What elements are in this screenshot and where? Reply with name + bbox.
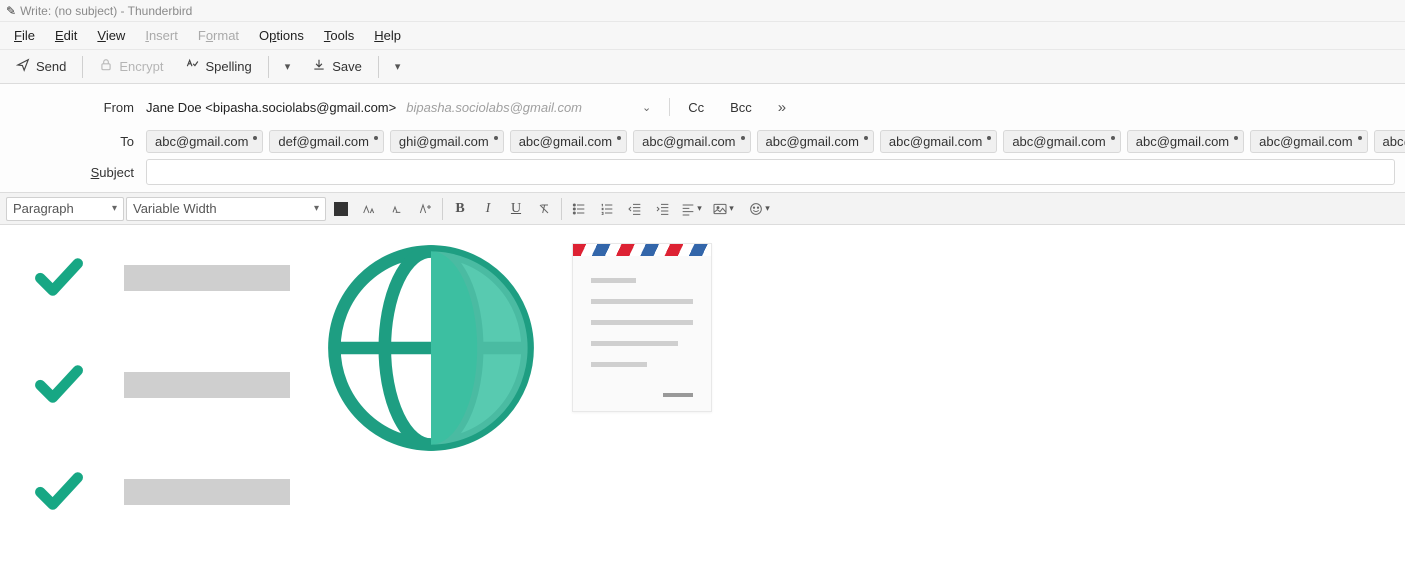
recipient-pill[interactable]: def@gmail.com	[269, 130, 384, 153]
to-row: To abc@gmail.com def@gmail.com ghi@gmail.c…	[0, 124, 1405, 158]
menu-format: Format	[190, 25, 247, 46]
encrypt-button: Encrypt	[91, 54, 171, 79]
chevron-down-icon: ▾	[314, 203, 319, 214]
subject-row: Subject	[0, 158, 1405, 192]
to-field[interactable]: abc@gmail.com def@gmail.com ghi@gmail.com a…	[146, 128, 1405, 155]
message-body[interactable]	[0, 225, 1405, 536]
send-button[interactable]: Send	[8, 54, 74, 79]
save-button[interactable]: Save	[304, 54, 370, 79]
menu-tools[interactable]: Tools	[316, 25, 362, 46]
send-icon	[16, 58, 30, 75]
bold-button[interactable]: B	[447, 197, 473, 221]
font-family-value: Variable Width	[133, 201, 217, 216]
paragraph-style-value: Paragraph	[13, 201, 74, 216]
encrypt-label: Encrypt	[119, 59, 163, 74]
letter-graphic	[572, 243, 712, 412]
from-identity[interactable]: Jane Doe <bipasha.sociolabs@gmail.com>	[146, 100, 396, 115]
checklist-item	[24, 358, 290, 411]
expand-recipients-icon[interactable]: »	[778, 99, 786, 116]
chevron-down-icon: ▾	[112, 203, 117, 214]
compose-icon: ✎	[6, 4, 16, 18]
italic-button[interactable]: I	[475, 197, 501, 221]
window-title: Write: (no subject) - Thunderbird	[20, 4, 192, 18]
chevron-down-icon: ▾	[285, 60, 291, 73]
placeholder-bar	[124, 265, 290, 291]
paragraph-style-select[interactable]: Paragraph ▾	[6, 197, 124, 221]
recipient-pill[interactable]: ghi@gmail.com	[390, 130, 504, 153]
emoji-button[interactable]: ▾	[742, 197, 776, 221]
underline-button[interactable]: U	[503, 197, 529, 221]
font-size-increase-button[interactable]	[412, 197, 438, 221]
font-size-decrease-button[interactable]	[356, 197, 382, 221]
recipient-pill[interactable]: abc@gmail.com	[757, 130, 874, 153]
send-label: Send	[36, 59, 66, 74]
window-titlebar: ✎ Write: (no subject) - Thunderbird	[0, 0, 1405, 22]
spelling-label: Spelling	[205, 59, 251, 74]
number-list-button[interactable]	[594, 197, 620, 221]
recipient-pill[interactable]: abc@gmail.com	[146, 130, 263, 153]
recipient-pill[interactable]: abc@gmail.com	[1003, 130, 1120, 153]
separator	[378, 56, 379, 78]
spelling-button[interactable]: Spelling	[177, 54, 259, 79]
font-size-smaller-button[interactable]	[384, 197, 410, 221]
globe-graphic	[326, 243, 536, 456]
recipient-pill[interactable]: abc@gmail.com	[880, 130, 997, 153]
add-cc-button[interactable]: Cc	[688, 100, 704, 115]
recipient-pill[interactable]: abc@gmail.com	[633, 130, 750, 153]
checklist-item	[24, 251, 290, 304]
recipient-pill[interactable]: abc@gmail.com	[1374, 130, 1405, 153]
from-label: From	[0, 100, 146, 115]
subject-label: Subject	[0, 165, 146, 180]
compose-toolbar: Send Encrypt Spelling ▾ Save ▾	[0, 50, 1405, 84]
checkmark-icon	[24, 251, 94, 304]
menu-options[interactable]: Options	[251, 25, 312, 46]
remove-format-button[interactable]	[531, 197, 557, 221]
align-button[interactable]: ▾	[678, 197, 704, 221]
separator	[442, 198, 443, 220]
menu-edit[interactable]: Edit	[47, 25, 85, 46]
placeholder-bar	[124, 372, 290, 398]
text-color-button[interactable]	[328, 197, 354, 221]
menu-insert: Insert	[137, 25, 186, 46]
insert-image-button[interactable]: ▾	[706, 197, 740, 221]
subject-input[interactable]	[146, 159, 1395, 185]
separator	[669, 98, 670, 116]
font-family-select[interactable]: Variable Width ▾	[126, 197, 326, 221]
compose-headers: From Jane Doe <bipasha.sociolabs@gmail.c…	[0, 84, 1405, 193]
placeholder-bar	[124, 479, 290, 505]
menubar: File Edit View Insert Format Options Too…	[0, 22, 1405, 50]
from-account: bipasha.sociolabs@gmail.com	[406, 100, 582, 115]
checkmark-icon	[24, 465, 94, 518]
save-dropdown[interactable]: ▾	[387, 56, 409, 77]
menu-view[interactable]: View	[89, 25, 133, 46]
spelling-dropdown[interactable]: ▾	[277, 56, 299, 77]
outdent-button[interactable]	[622, 197, 648, 221]
menu-help[interactable]: Help	[366, 25, 409, 46]
separator	[561, 198, 562, 220]
save-label: Save	[332, 59, 362, 74]
checklist-item	[24, 465, 290, 518]
airmail-stripes	[573, 244, 711, 256]
format-toolbar: Paragraph ▾ Variable Width ▾ B I U ▾ ▾ ▾	[0, 193, 1405, 225]
checkmark-icon	[24, 358, 94, 411]
chevron-down-icon: ▾	[395, 60, 401, 73]
menu-file[interactable]: File	[6, 25, 43, 46]
separator	[268, 56, 269, 78]
lock-icon	[99, 58, 113, 75]
to-label: To	[0, 134, 146, 149]
add-bcc-button[interactable]: Bcc	[730, 100, 752, 115]
bullet-list-button[interactable]	[566, 197, 592, 221]
recipient-pill[interactable]: abc@gmail.com	[1127, 130, 1244, 153]
spelling-icon	[185, 58, 199, 75]
separator	[82, 56, 83, 78]
recipient-pill[interactable]: abc@gmail.com	[1250, 130, 1367, 153]
save-icon	[312, 58, 326, 75]
recipient-pill[interactable]: abc@gmail.com	[510, 130, 627, 153]
indent-button[interactable]	[650, 197, 676, 221]
from-dropdown[interactable]: ⌄	[642, 101, 651, 114]
checklist-graphic	[24, 251, 290, 518]
from-row: From Jane Doe <bipasha.sociolabs@gmail.c…	[0, 90, 1405, 124]
